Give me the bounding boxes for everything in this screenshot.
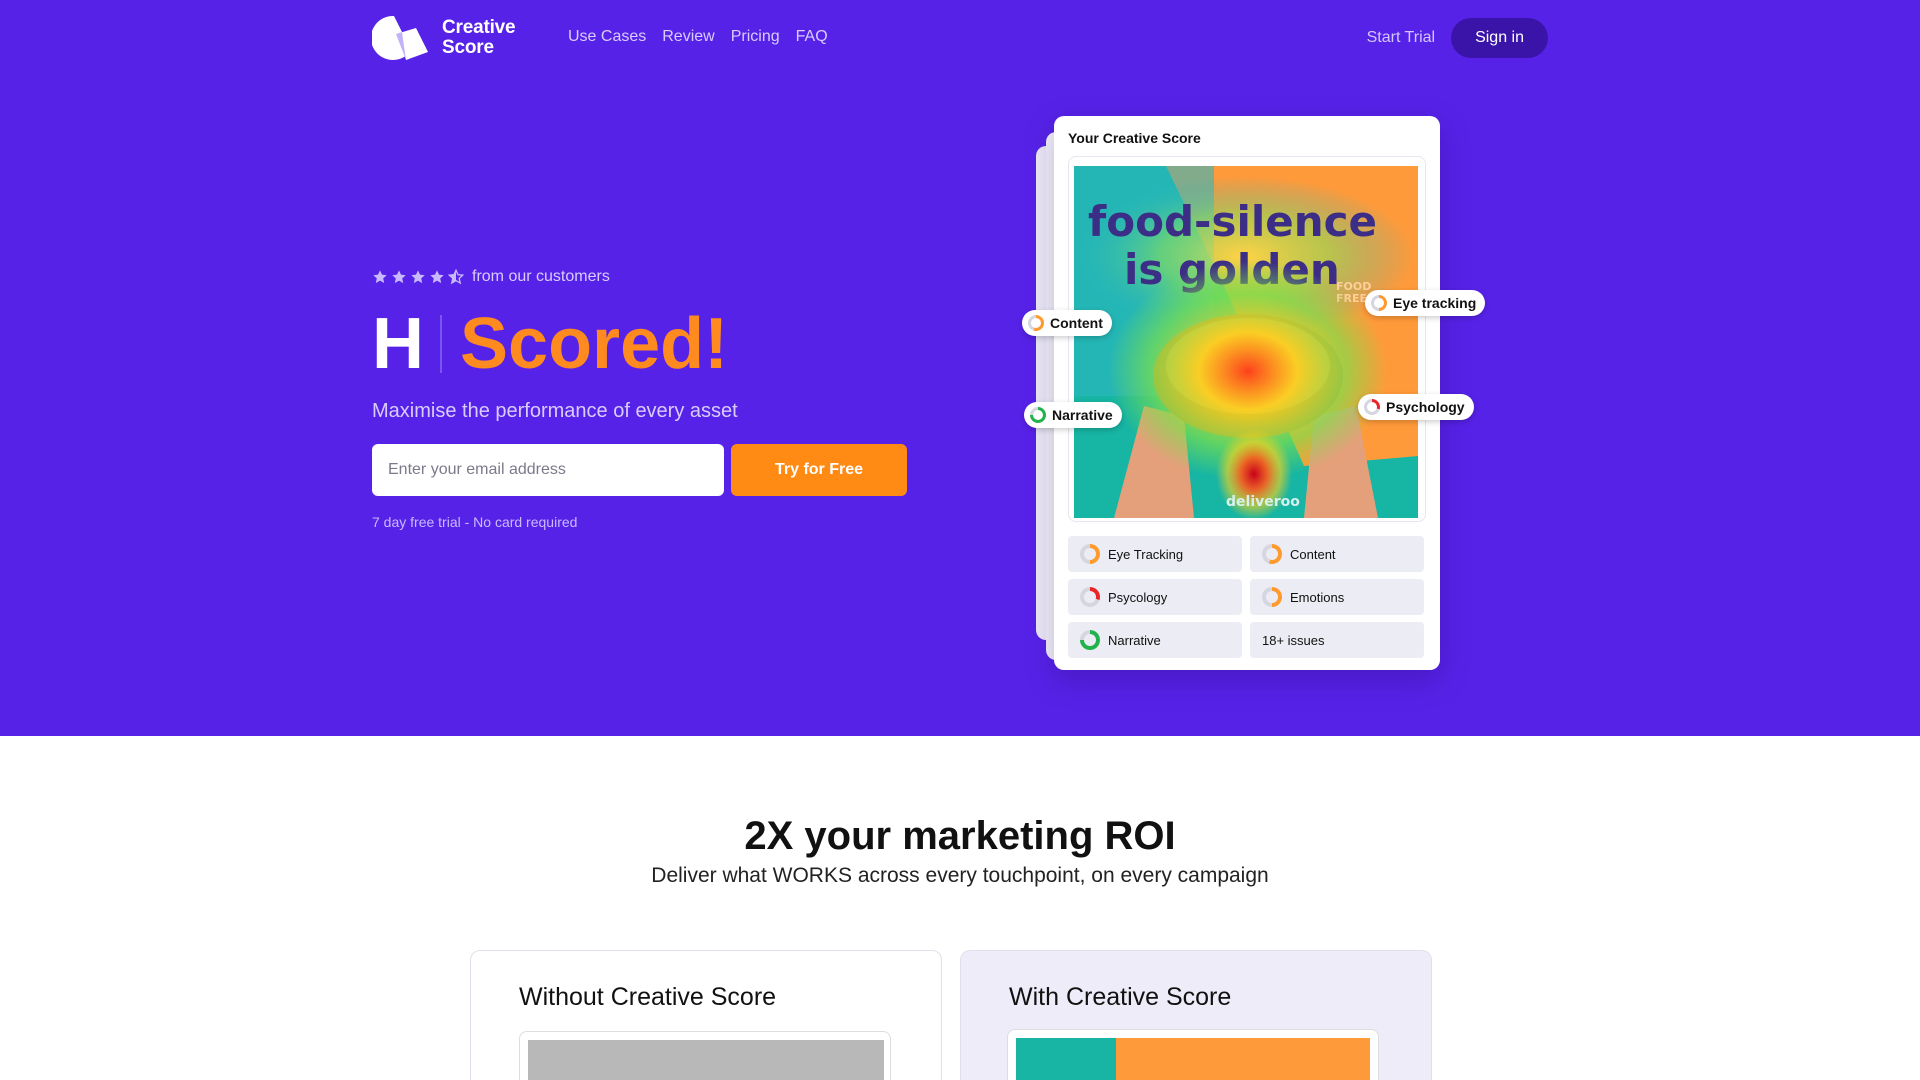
metric-label: Eye Tracking: [1108, 546, 1184, 562]
nav-link-review[interactable]: Review: [662, 28, 714, 46]
score-ring-icon: [1028, 315, 1044, 331]
nav-link-use-cases[interactable]: Use Cases: [568, 28, 646, 46]
star-icon: [430, 270, 444, 284]
pill-content[interactable]: Content: [1022, 310, 1112, 336]
star-icon: [373, 270, 387, 284]
logo[interactable]: Creative Score: [370, 14, 516, 62]
half-star-icon: [448, 269, 464, 285]
metric-label: Psycology: [1108, 589, 1168, 605]
score-ring-icon: [1371, 295, 1387, 311]
star-icon: [411, 270, 425, 284]
nav-link-pricing[interactable]: Pricing: [731, 28, 780, 46]
with-creative-score-panel: With Creative Score: [960, 950, 1432, 1080]
nav-link-faq[interactable]: FAQ: [796, 28, 828, 46]
start-trial-link[interactable]: Start Trial: [1367, 29, 1435, 47]
without-creative-score-panel: Without Creative Score: [470, 950, 942, 1080]
ad-heatmap-image: food-silence is golden FOOD FREE deliver…: [1074, 166, 1418, 518]
headline-highlight: Scored!: [460, 304, 729, 384]
rating-text: from our customers: [472, 268, 610, 285]
card-title: Your Creative Score: [1068, 130, 1201, 146]
creative-score-card: Your Creative Score food-silence FOOD de…: [1054, 116, 1440, 670]
metric-issues[interactable]: 18+ issues: [1250, 622, 1424, 658]
panel-preview: [1007, 1029, 1379, 1080]
pill-label: Eye tracking: [1393, 295, 1477, 311]
score-ring-icon: [1030, 407, 1046, 423]
metric-label: Emotions: [1290, 589, 1345, 605]
metric-psycology[interactable]: Psycology: [1068, 579, 1242, 615]
customer-rating: from our customers: [372, 268, 610, 286]
panel-preview: [519, 1031, 891, 1080]
email-input[interactable]: [372, 444, 724, 496]
metric-label: Narrative: [1108, 632, 1161, 648]
star-icon: [392, 270, 406, 284]
roi-title: 2X your marketing ROI: [744, 814, 1176, 858]
nav-actions: Start Trial Sign in: [1367, 18, 1548, 58]
score-ring-icon: [1080, 587, 1100, 607]
pill-label: Content: [1050, 315, 1103, 331]
logo-icon: [370, 14, 428, 62]
nav-links: Use Cases Review Pricing FAQ: [568, 28, 828, 46]
pill-psychology[interactable]: Psychology: [1358, 394, 1474, 420]
rating-stars: [372, 269, 464, 285]
pill-narrative[interactable]: Narrative: [1024, 402, 1122, 428]
metric-eye-tracking[interactable]: Eye Tracking: [1068, 536, 1242, 572]
pill-label: Narrative: [1052, 407, 1113, 423]
metric-narrative[interactable]: Narrative: [1068, 622, 1242, 658]
hero-subheadline: Maximise the performance of every asset: [372, 400, 738, 422]
roi-subtitle: Deliver what WORKS across every touchpoi…: [651, 864, 1269, 887]
score-ring-icon: [1262, 587, 1282, 607]
sign-in-button[interactable]: Sign in: [1451, 18, 1548, 58]
typing-caret: [440, 315, 442, 373]
pill-eye-tracking[interactable]: Eye tracking: [1365, 290, 1486, 316]
pill-label: Psychology: [1386, 399, 1465, 415]
top-nav: Creative Score Use Cases Review Pricing …: [370, 14, 1548, 62]
headline-prefix: H: [372, 304, 424, 384]
score-ring-icon: [1262, 544, 1282, 564]
logo-line-2: Score: [442, 37, 494, 58]
ad-brand-text: deliveroo: [1226, 494, 1300, 510]
score-ring-icon: [1080, 544, 1100, 564]
metric-label: 18+ issues: [1262, 632, 1325, 648]
hero-section: Creative Score Use Cases Review Pricing …: [0, 0, 1920, 736]
score-ring-icon: [1080, 630, 1100, 650]
metric-content[interactable]: Content: [1250, 536, 1424, 572]
ad-headline-line-1: food-silence: [1088, 197, 1377, 246]
metric-emotions[interactable]: Emotions: [1250, 579, 1424, 615]
score-ring-icon: [1364, 399, 1380, 415]
trial-note: 7 day free trial - No card required: [372, 514, 578, 530]
logo-text: Creative Score: [442, 17, 516, 58]
panel-title: Without Creative Score: [519, 983, 777, 1011]
logo-line-1: Creative: [442, 17, 516, 38]
metric-label: Content: [1290, 546, 1336, 562]
try-for-free-button[interactable]: Try for Free: [731, 444, 907, 496]
panel-title: With Creative Score: [1009, 983, 1232, 1011]
hero-headline: H Scored!: [372, 300, 728, 388]
